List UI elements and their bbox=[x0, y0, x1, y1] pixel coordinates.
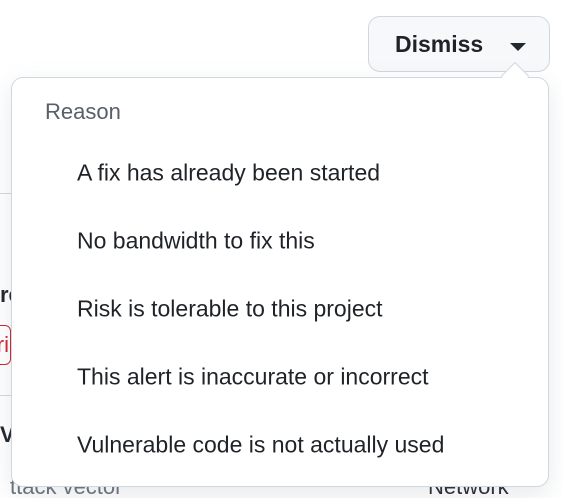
menu-header: Reason bbox=[45, 99, 121, 124]
dismiss-reason-menu: Reason A fix has already been started No… bbox=[11, 77, 549, 487]
caret-down-icon bbox=[510, 43, 526, 51]
dismiss-button-label: Dismiss bbox=[395, 31, 484, 57]
menu-item-label: A fix has already been started bbox=[77, 159, 381, 186]
dismiss-button[interactable]: Dismiss bbox=[368, 16, 550, 72]
menu-item-risk-tolerable[interactable]: Risk is tolerable to this project bbox=[12, 279, 548, 339]
menu-item-not-used[interactable]: Vulnerable code is not actually used bbox=[12, 415, 548, 475]
menu-item-label: No bandwidth to fix this bbox=[77, 227, 315, 254]
menu-item-inaccurate[interactable]: This alert is inaccurate or incorrect bbox=[12, 347, 548, 407]
severity-badge: ri bbox=[0, 325, 11, 365]
menu-item-label: Risk is tolerable to this project bbox=[77, 295, 383, 322]
menu-item-label: Vulnerable code is not actually used bbox=[77, 431, 445, 458]
severity-badge-label: ri bbox=[0, 332, 9, 357]
menu-item-no-bandwidth[interactable]: No bandwidth to fix this bbox=[12, 211, 548, 271]
menu-item-label: This alert is inaccurate or incorrect bbox=[77, 363, 429, 390]
menu-item-fix-started[interactable]: A fix has already been started bbox=[12, 143, 548, 203]
